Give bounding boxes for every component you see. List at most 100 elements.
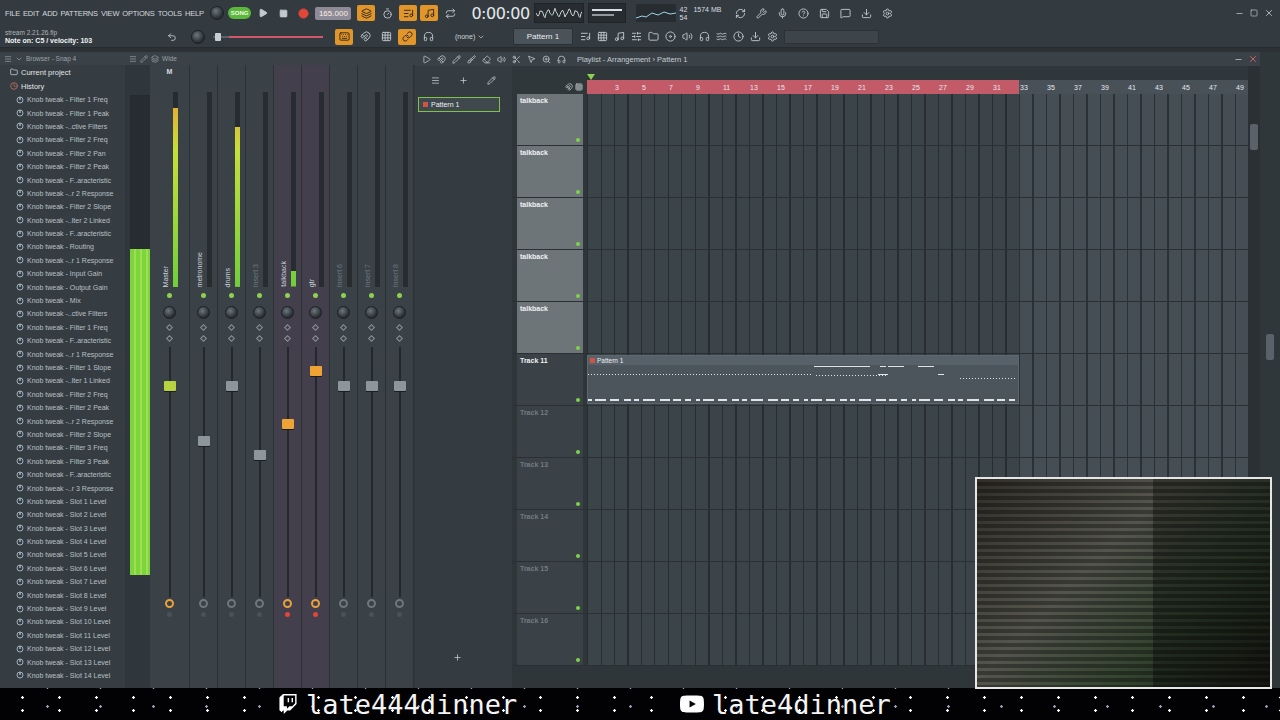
send-button[interactable] [311,599,320,608]
fader-cap[interactable] [366,381,378,391]
chat-button[interactable] [836,5,854,21]
panel-close-button[interactable] [1246,51,1260,67]
monitor-button[interactable] [696,29,712,45]
mixer-strip[interactable]: drums [218,65,246,688]
play-button[interactable] [255,5,271,21]
slider-handle[interactable] [215,33,221,41]
mute-led[interactable] [576,554,580,558]
browser-item[interactable]: Knob tweak - Slot 3 Level [0,522,125,535]
mute-tool[interactable] [494,51,508,67]
mute-led[interactable] [576,398,580,402]
mic-button[interactable] [773,5,791,21]
plugin-picker-button[interactable] [662,29,678,45]
browser-item[interactable]: Knob tweak - Filter 2 Freq [0,388,125,401]
browser-item[interactable]: Knob tweak - Slot 5 Level [0,548,125,561]
enable-led[interactable] [229,293,234,298]
tempo-display[interactable]: 165.000 [315,7,351,20]
mixer-strip[interactable]: metronome [190,65,218,688]
browser-item[interactable]: Knob tweak -..ctive Filters [0,120,125,133]
pan-knob[interactable] [393,306,406,319]
maximize-button[interactable] [1247,5,1261,21]
menu-item[interactable]: EDIT [23,9,39,18]
audio-button[interactable] [679,29,695,45]
send-button[interactable] [395,599,404,608]
mute-led[interactable] [576,138,580,142]
enable-led[interactable] [313,293,318,298]
mixer-button[interactable] [628,29,644,45]
fader-cap[interactable] [394,381,406,391]
mute-led[interactable] [576,450,580,454]
monitor-toggle[interactable] [419,29,437,45]
mixer-strip[interactable]: talkback [274,65,302,688]
pattern-clip[interactable]: Pattern 1 [587,355,1019,404]
arm-button[interactable] [397,612,402,617]
browser-item[interactable]: Knob tweak - F..aracteristic [0,468,125,481]
menu-item[interactable]: VIEW [101,9,119,18]
enable-led[interactable] [257,293,262,298]
browser-item[interactable]: Knob tweak - Slot 2 Level [0,508,125,521]
browser-item[interactable]: Knob tweak - Filter 1 Freq [0,93,125,106]
track-header[interactable]: talkback [517,198,583,249]
track-header[interactable]: talkback [517,302,583,353]
snap-tool[interactable] [434,51,448,67]
browser-item[interactable]: Knob tweak - Slot 7 Level [0,575,125,588]
options-button[interactable] [764,29,780,45]
volume-fader[interactable] [253,347,267,597]
track-header[interactable]: talkback [517,94,583,145]
browser-item[interactable]: Knob tweak - Slot 9 Level [0,602,125,615]
browser-item[interactable]: Knob tweak - Slot 6 Level [0,562,125,575]
arm-button[interactable] [341,612,346,617]
browser-item[interactable]: Knob tweak - Slot 12 Level [0,642,125,655]
keyboard-toggle[interactable] [335,29,353,45]
mixer-strip[interactable]: Insert 7 [358,65,386,688]
browser-item[interactable]: Knob tweak - Filter 2 Peak [0,160,125,173]
snap-icon[interactable] [565,83,573,91]
volume-fader[interactable] [337,347,351,597]
enable-led[interactable] [369,293,374,298]
pan-knob[interactable] [309,306,322,319]
track-header[interactable]: Track 12 [517,406,583,457]
typing-keyboard-toggle[interactable] [420,5,438,21]
snap-selector[interactable]: (none) [451,31,501,43]
draw-tool[interactable] [449,51,463,67]
browser-folder[interactable]: History [0,79,125,93]
volume-fader[interactable] [163,347,177,597]
wave-button[interactable] [713,29,729,45]
track-header[interactable]: talkback [517,250,583,301]
menu-icon[interactable] [129,55,137,63]
mixer-strip[interactable]: MMaster [150,65,190,688]
play-tool[interactable] [419,51,433,67]
help-button[interactable] [794,5,812,21]
browser-item[interactable]: Knob tweak - Filter 1 Freq [0,321,125,334]
browser-item[interactable]: Knob tweak -..r 1 Response [0,254,125,267]
export-button[interactable] [747,29,763,45]
song-time[interactable]: 0:00:00 [471,4,529,23]
add-pattern-icon[interactable] [453,653,462,662]
pan-knob[interactable] [365,306,378,319]
track-header[interactable]: Track 14 [517,510,583,561]
fader-cap[interactable] [282,419,294,429]
browser-item[interactable]: Knob tweak - F..aracteristic [0,227,125,240]
browser-item[interactable]: Knob tweak - Filter 2 Slope [0,428,125,441]
record-button[interactable] [295,5,311,21]
zoom-tool[interactable] [539,51,553,67]
fader-cap[interactable] [198,436,210,446]
countdown-toggle[interactable] [378,5,396,21]
edit-icon[interactable] [487,76,496,85]
arm-button[interactable] [201,612,206,617]
master-pitch-knob[interactable] [191,30,205,44]
browser-item[interactable]: Knob tweak -..r 1 Response [0,347,125,360]
add-icon[interactable] [459,76,468,85]
track-header[interactable]: Track 16 [517,614,583,665]
browser-item[interactable]: Knob tweak - Filter 2 Peak [0,401,125,414]
browser-item[interactable]: Knob tweak - Filter 1 Slope [0,361,125,374]
arm-button[interactable] [313,612,318,617]
song-mode-toggle[interactable]: SONG [228,7,252,19]
track-lane[interactable] [587,250,1248,301]
enable-led[interactable] [285,293,290,298]
pan-knob[interactable] [337,306,350,319]
menu-item[interactable]: ADD [42,9,57,18]
browser-item[interactable]: Knob tweak - Output Gain [0,280,125,293]
mute-led[interactable] [576,658,580,662]
browser-item[interactable]: Knob tweak - Slot 11 Level [0,629,125,642]
